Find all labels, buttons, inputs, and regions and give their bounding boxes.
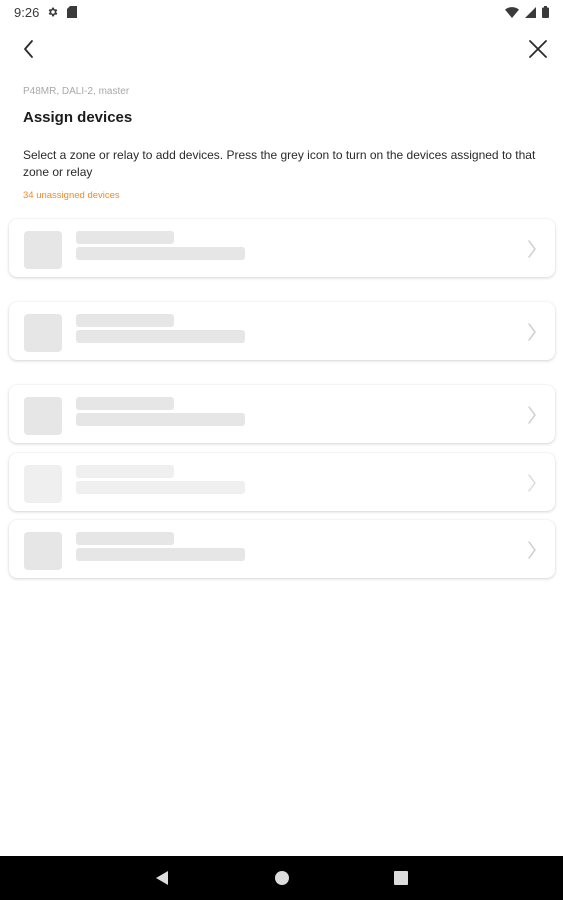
placeholder-thumbnail xyxy=(24,397,62,435)
placeholder-subtitle-line xyxy=(76,481,245,494)
status-bar-left: 9:26 xyxy=(14,4,78,20)
list-item-placeholder[interactable] xyxy=(9,453,555,511)
nav-home-button[interactable] xyxy=(272,868,292,888)
list-item-placeholder[interactable] xyxy=(9,385,555,443)
page-description: Select a zone or relay to add devices. P… xyxy=(23,148,536,179)
list-item-placeholder[interactable] xyxy=(9,520,555,578)
battery-icon xyxy=(542,6,549,18)
status-time: 9:26 xyxy=(14,4,40,20)
list-item-placeholder[interactable] xyxy=(9,302,555,360)
status-bar-right xyxy=(505,6,549,18)
chevron-right-icon xyxy=(528,406,536,424)
nav-recents-button[interactable] xyxy=(391,868,411,888)
system-navigation-bar xyxy=(0,856,563,900)
chevron-right-icon xyxy=(528,541,536,559)
placeholder-title-line xyxy=(76,231,174,244)
placeholder-title-line xyxy=(76,532,174,545)
placeholder-subtitle-line xyxy=(76,247,245,260)
chevron-right-icon xyxy=(528,323,536,341)
wifi-icon xyxy=(505,6,519,18)
assign-devices-screen: 9:26 P48MR, DALI-2, master Assign device… xyxy=(0,0,563,900)
close-button[interactable] xyxy=(523,34,553,64)
signal-icon xyxy=(525,6,536,18)
back-triangle-icon xyxy=(156,871,168,885)
unassigned-devices-count[interactable]: 34 unassigned devices xyxy=(23,190,120,201)
chevron-left-icon xyxy=(24,40,33,58)
placeholder-thumbnail xyxy=(24,314,62,352)
placeholder-title-line xyxy=(76,465,174,478)
placeholder-thumbnail xyxy=(24,231,62,269)
gear-icon xyxy=(47,6,59,18)
home-circle-icon xyxy=(275,871,289,885)
chevron-right-icon xyxy=(528,474,536,492)
placeholder-thumbnail xyxy=(24,532,62,570)
page-title: Assign devices xyxy=(23,109,133,126)
recents-square-icon xyxy=(394,871,408,885)
chevron-right-icon xyxy=(528,240,536,258)
device-path: P48MR, DALI-2, master xyxy=(23,86,130,97)
sd-card-icon xyxy=(67,6,78,18)
placeholder-title-line xyxy=(76,314,174,327)
close-icon xyxy=(529,40,547,58)
placeholder-subtitle-line xyxy=(76,330,245,343)
placeholder-subtitle-line xyxy=(76,413,245,426)
status-bar: 9:26 xyxy=(0,0,563,24)
top-app-bar xyxy=(0,30,563,70)
placeholder-subtitle-line xyxy=(76,548,245,561)
list-item-placeholder[interactable] xyxy=(9,219,555,277)
placeholder-thumbnail xyxy=(24,465,62,503)
placeholder-title-line xyxy=(76,397,174,410)
nav-back-button[interactable] xyxy=(152,868,172,888)
back-button[interactable] xyxy=(14,34,44,64)
